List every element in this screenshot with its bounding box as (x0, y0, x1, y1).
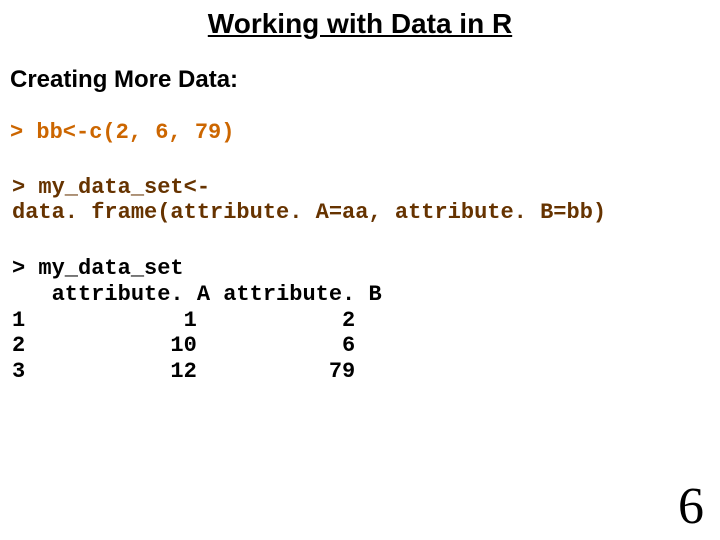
code-block-2: > my_data_set<- data. frame(attribute. A… (0, 145, 720, 226)
code-block-3: > my_data_set attribute. A attribute. B … (0, 226, 720, 386)
section-subtitle: Creating More Data: (0, 40, 720, 94)
page-title: Working with Data in R (0, 0, 720, 40)
code-block-1: > bb<-c(2, 6, 79) (0, 94, 720, 145)
page-number: 6 (678, 477, 704, 536)
